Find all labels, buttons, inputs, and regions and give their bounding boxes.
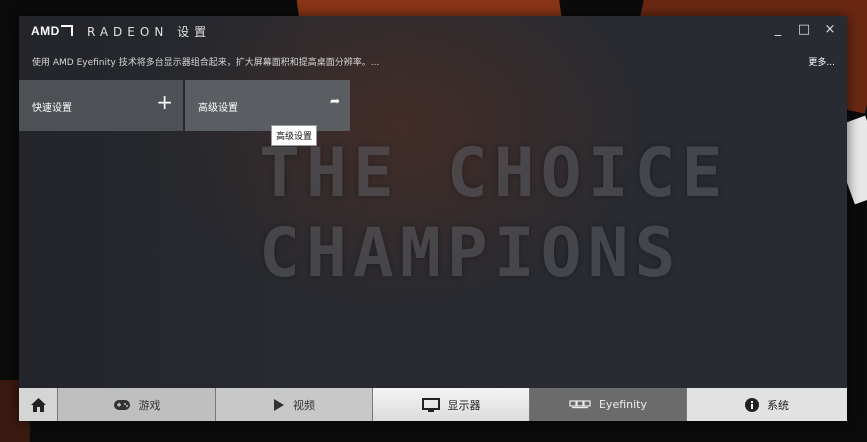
gamepad-icon (113, 399, 130, 410)
more-link[interactable]: 更多... (808, 55, 835, 68)
plus-icon: + (156, 90, 173, 114)
info-icon (745, 397, 759, 412)
advanced-settings-label: 高级设置 (198, 103, 238, 114)
nav-games[interactable]: 游戏 (58, 388, 216, 421)
quick-settings-label: 快速设置 (32, 103, 72, 114)
quick-settings-tile[interactable]: 快速设置 + (19, 80, 183, 131)
close-button[interactable]: × (819, 20, 841, 40)
tooltip: 高级设置 (271, 125, 318, 146)
nav-video[interactable]: 视频 (216, 388, 373, 421)
app-title: RADEON 设置 (87, 25, 212, 39)
share-arrow-icon: ➦ (329, 94, 340, 108)
background-text-line1: THE CHOICE (259, 134, 729, 213)
title-bar: AMD RADEON 设置 _ □ × (19, 16, 847, 46)
maximize-button[interactable]: □ (793, 20, 815, 40)
monitor-icon (421, 397, 440, 412)
nav-video-label: 视频 (293, 398, 315, 412)
advanced-settings-tile[interactable]: 高级设置 ➦ (185, 80, 350, 131)
minimize-button[interactable]: _ (767, 20, 789, 40)
play-icon (274, 398, 284, 411)
nav-eyefinity[interactable]: Eyefinity (530, 388, 687, 421)
nav-display[interactable]: 显示器 (373, 388, 530, 421)
nav-system-label: 系统 (767, 398, 789, 412)
bottom-nav: 游戏 视频 显示器 Eyefinity 系统 (19, 388, 847, 421)
home-icon (30, 397, 46, 412)
background-art: THE CHOICE CHAMPIONS (19, 16, 847, 421)
nav-system[interactable]: 系统 (687, 388, 847, 421)
radeon-settings-window: THE CHOICE CHAMPIONS AMD RADEON 设置 _ □ ×… (19, 16, 847, 421)
multi-monitor-icon (569, 399, 591, 408)
amd-logo: AMD (31, 24, 73, 38)
page-description: 使用 AMD Eyefinity 技术将多台显示器组合起来，扩大屏幕面积和提高桌… (32, 58, 380, 68)
nav-display-label: 显示器 (447, 398, 481, 412)
nav-games-label: 游戏 (138, 398, 161, 412)
background-text-line2: CHAMPIONS (259, 214, 682, 293)
nav-eyefinity-label: Eyefinity (598, 398, 647, 411)
nav-home[interactable] (19, 388, 58, 421)
